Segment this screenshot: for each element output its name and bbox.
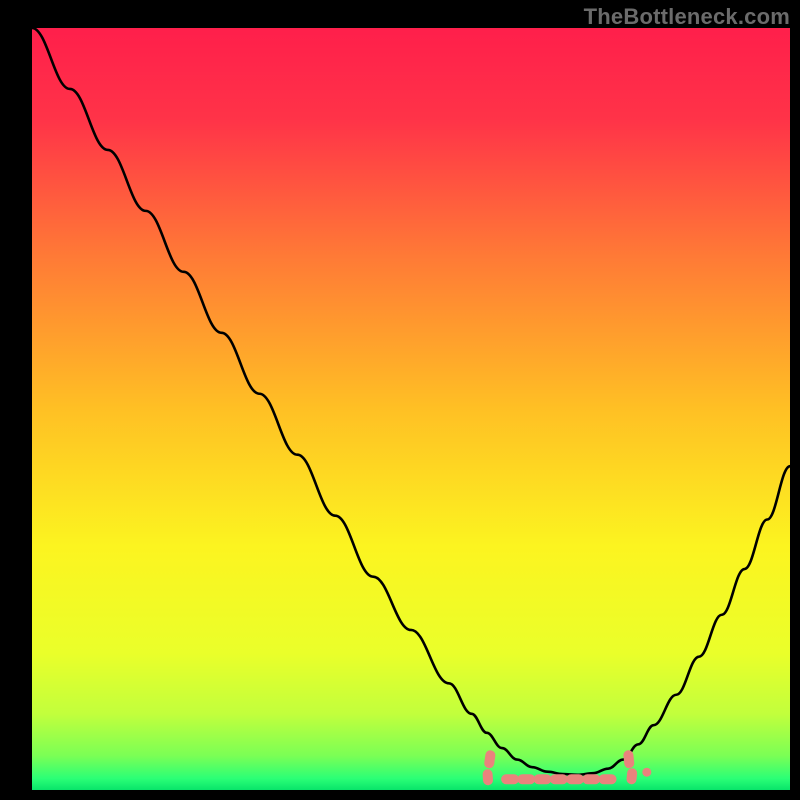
watermark-text: TheBottleneck.com [584, 4, 790, 30]
bottleneck-chart [0, 0, 800, 800]
chart-frame: { "watermark": "TheBottleneck.com", "cha… [0, 0, 800, 800]
plot-background [32, 28, 790, 790]
